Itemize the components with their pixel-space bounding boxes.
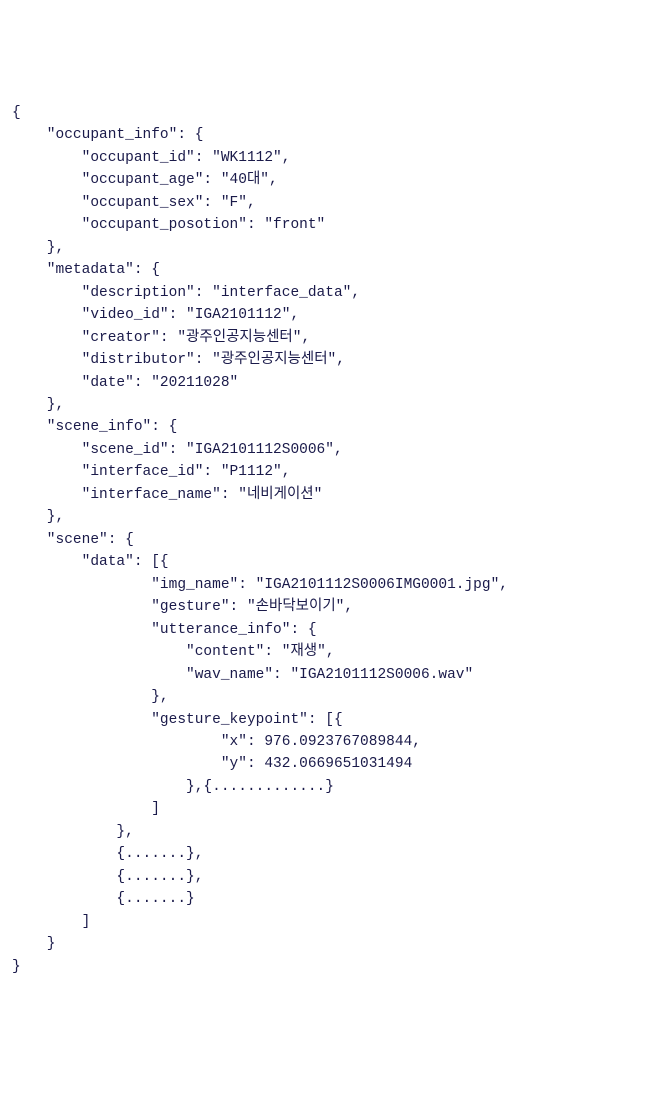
json-code-block: { "occupant_info": { "occupant_id": "WK1… — [12, 102, 638, 978]
